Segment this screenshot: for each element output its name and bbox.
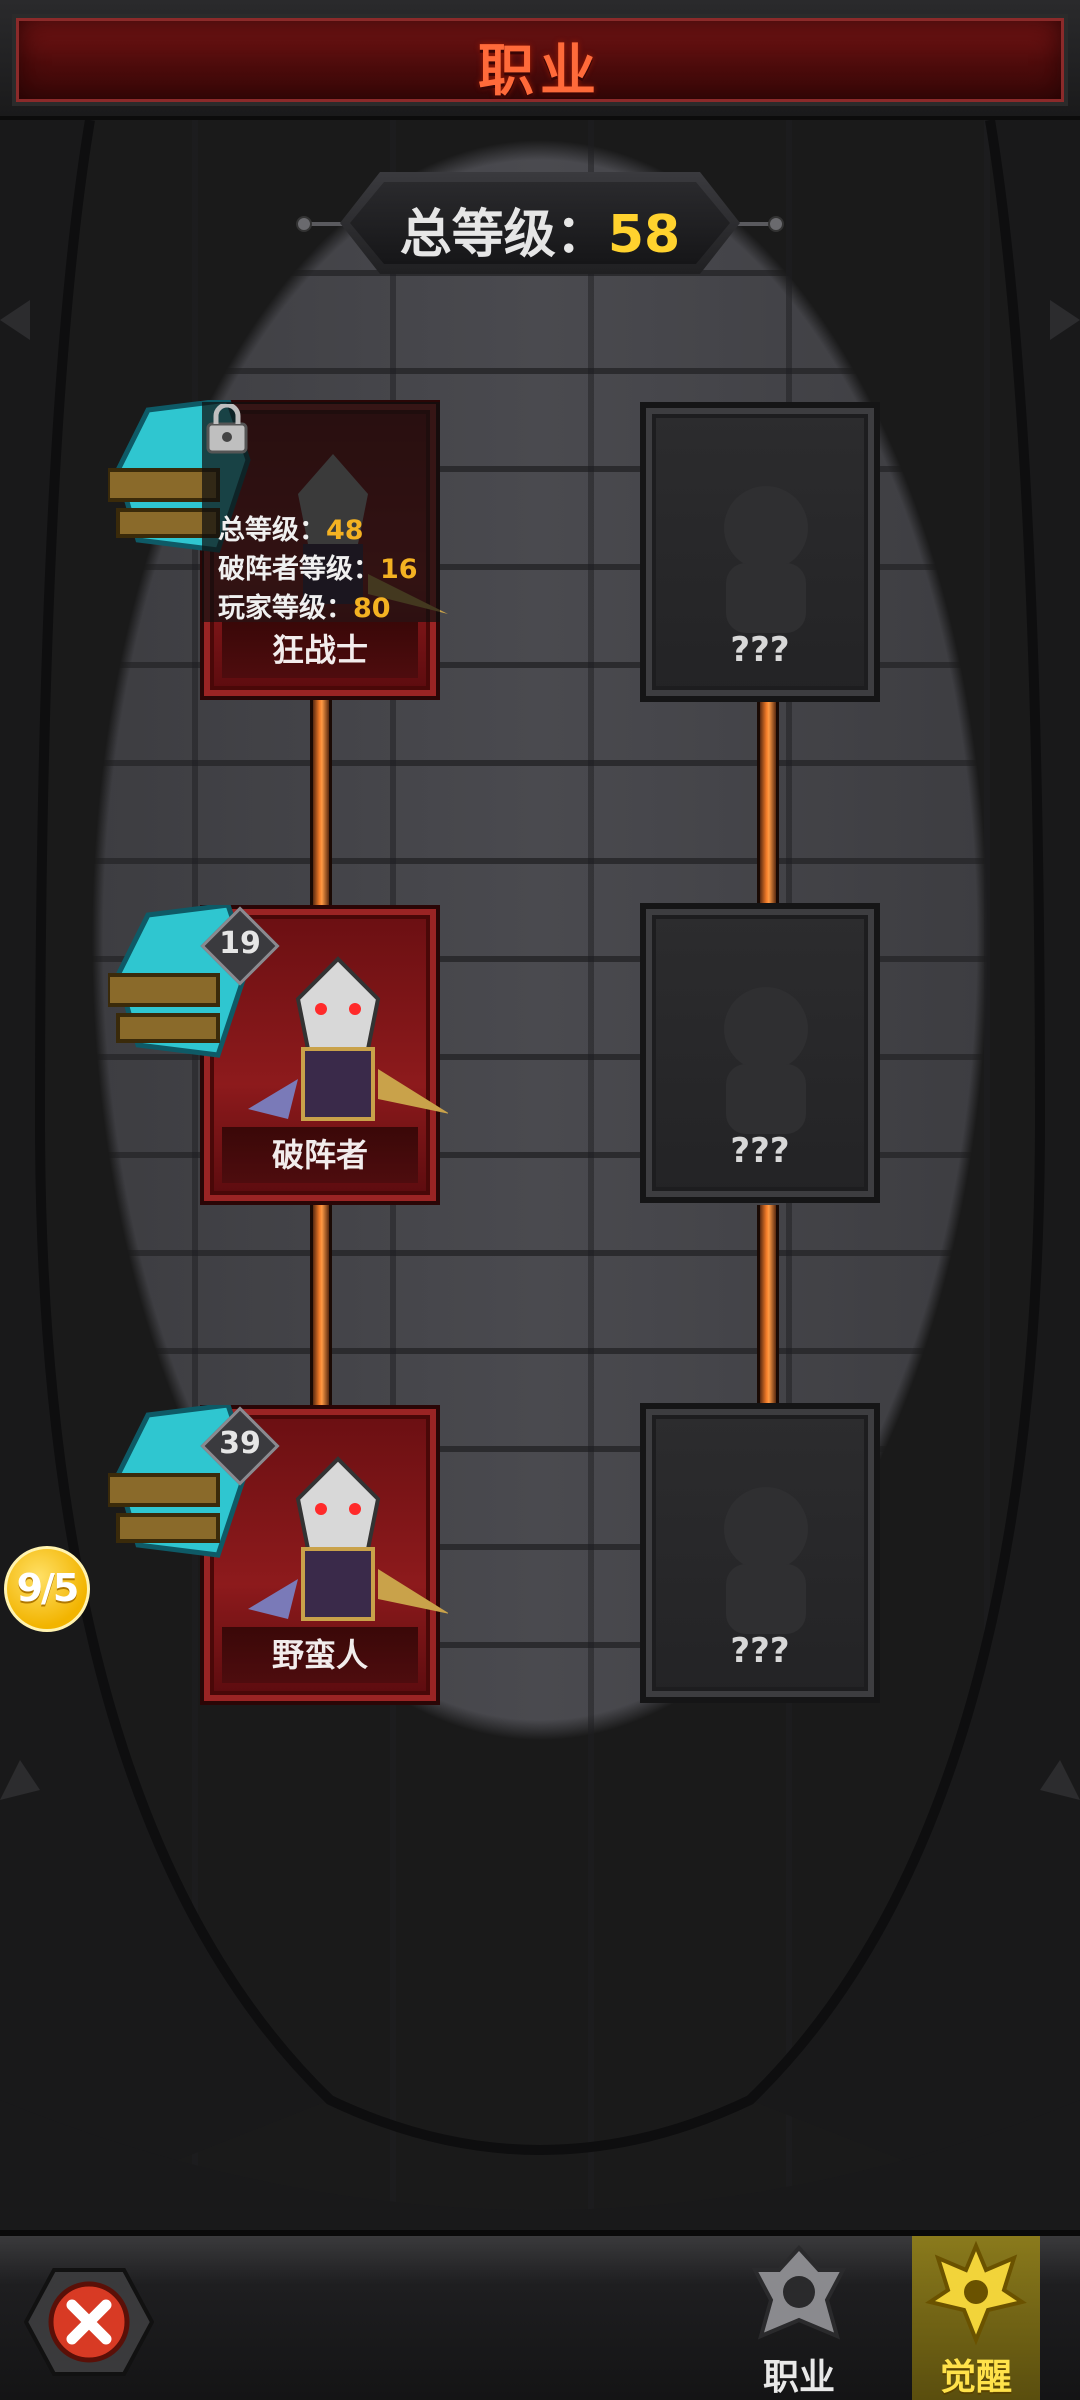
plaque-knob-left xyxy=(296,216,312,232)
class-name: ??? xyxy=(730,1131,790,1171)
page-title: 职业 xyxy=(478,39,602,104)
class-name: 破阵者 xyxy=(222,1127,418,1183)
side-badge-text: 9/5 xyxy=(16,1566,80,1610)
requirement-value: 16 xyxy=(380,554,418,585)
tree-connector-left-2 xyxy=(310,1205,332,1415)
close-icon[interactable] xyxy=(24,2262,154,2382)
unknown-silhouette-icon xyxy=(724,1487,808,1634)
requirement-label: 玩家等级： xyxy=(218,593,353,624)
class-emblem-icon xyxy=(751,2245,847,2340)
requirement-label: 破阵者等级： xyxy=(218,554,380,585)
requirement-value: 48 xyxy=(326,515,364,546)
total-level-label: 总等级： xyxy=(399,205,608,265)
total-level: 总等级：58 xyxy=(350,192,730,267)
requirement-player-level: 玩家等级：80 xyxy=(218,586,391,625)
tab-awaken[interactable]: 觉醒 xyxy=(912,2236,1040,2400)
class-card-unknown-1[interactable]: ??? xyxy=(640,402,880,702)
class-name: ??? xyxy=(730,630,790,670)
tree-connector-right-1 xyxy=(757,700,779,910)
class-card-unknown-2[interactable]: ??? xyxy=(640,903,880,1203)
plaque-knob-right xyxy=(768,216,784,232)
requirement-breaker-level: 破阵者等级：16 xyxy=(218,547,418,586)
class-level: 19 xyxy=(219,926,261,961)
lock-icon xyxy=(206,404,248,454)
class-level: 39 xyxy=(219,1426,261,1461)
awaken-crown-icon xyxy=(925,2240,1027,2346)
tree-connector-right-2 xyxy=(757,1205,779,1415)
unknown-silhouette-icon xyxy=(724,486,808,633)
requirement-total-level: 总等级：48 xyxy=(218,508,364,547)
tab-label: 觉醒 xyxy=(939,2357,1012,2398)
tab-class[interactable]: 职业 xyxy=(735,2236,863,2400)
class-card-unknown-3[interactable]: ??? xyxy=(640,1403,880,1703)
unknown-silhouette-icon xyxy=(724,987,808,1134)
class-name: 野蛮人 xyxy=(222,1627,418,1683)
tab-label: 职业 xyxy=(762,2357,835,2398)
requirement-value: 80 xyxy=(353,593,391,624)
class-name: ??? xyxy=(730,1631,790,1671)
requirement-label: 总等级： xyxy=(218,515,326,546)
class-name: 狂战士 xyxy=(222,622,418,678)
total-level-value: 58 xyxy=(607,205,681,265)
tree-connector-left-1 xyxy=(310,700,332,910)
